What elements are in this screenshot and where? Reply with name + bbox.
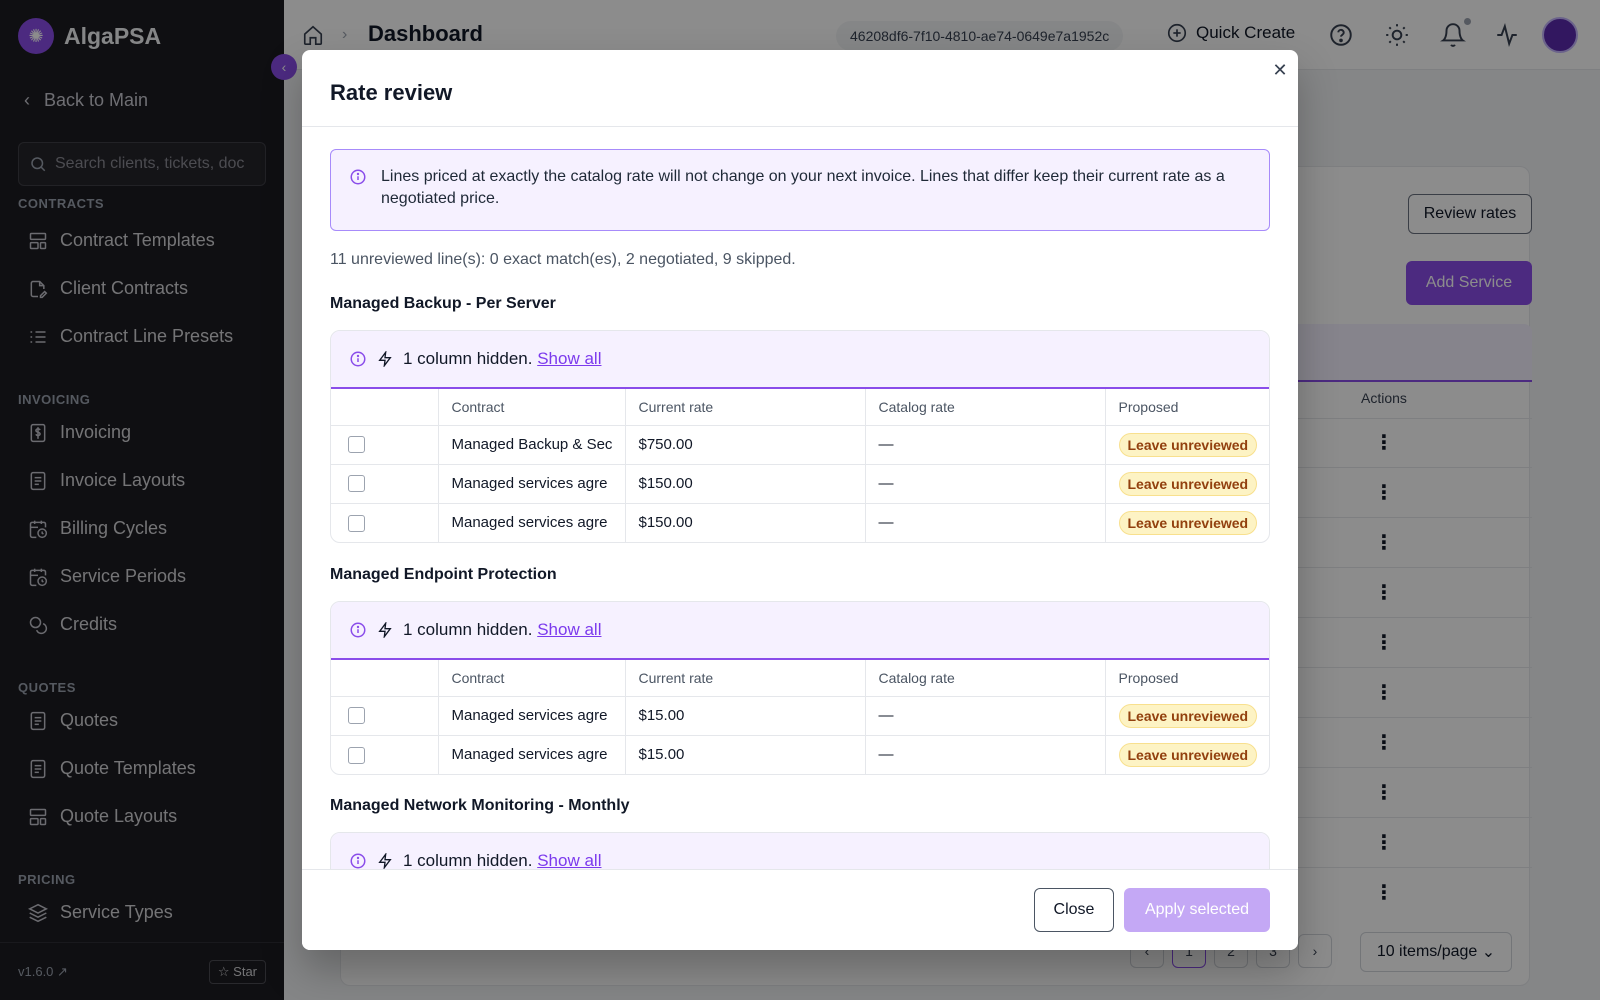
table-header-row: Contract Current rate Catalog rate Propo… <box>331 660 1269 697</box>
catalog-rate-cell: — <box>865 425 1106 465</box>
table-row: Managed services agre $15.00 — Leave unr… <box>331 696 1269 736</box>
contract-cell: Managed services agre <box>438 464 626 504</box>
hidden-columns-bar: 1 column hidden. Show all <box>331 602 1269 660</box>
catalog-rate-cell: — <box>865 464 1106 504</box>
show-all-link[interactable]: Show all <box>537 349 601 368</box>
group-table-card: 1 column hidden. Show all Contract Curre… <box>330 601 1270 775</box>
info-icon <box>349 350 367 368</box>
info-icon <box>349 621 367 639</box>
contract-cell: Managed Backup & Sec <box>438 425 626 465</box>
table-row: Managed services agre $150.00 — Leave un… <box>331 503 1269 542</box>
show-all-link[interactable]: Show all <box>537 851 601 869</box>
column-header[interactable]: Current rate <box>625 660 866 697</box>
contract-cell: Managed services agre <box>438 735 626 774</box>
hidden-columns-text: 1 column hidden. <box>403 851 533 869</box>
hidden-columns-text: 1 column hidden. <box>403 620 533 639</box>
contract-cell: Managed services agre <box>438 696 626 736</box>
select-column-header <box>331 660 439 697</box>
rate-table: Contract Current rate Catalog rate Propo… <box>331 389 1269 542</box>
current-rate-cell: $750.00 <box>625 425 866 465</box>
column-header[interactable]: Catalog rate <box>865 660 1106 697</box>
apply-selected-button[interactable]: Apply selected <box>1124 888 1270 932</box>
current-rate-cell: $15.00 <box>625 735 866 774</box>
column-header[interactable]: Current rate <box>625 389 866 426</box>
dialog-footer: Close Apply selected <box>302 869 1298 950</box>
hidden-columns-text: 1 column hidden. <box>403 349 533 368</box>
rate-review-dialog: Rate review ✕ Lines priced at exactly th… <box>302 50 1298 950</box>
row-checkbox[interactable] <box>348 746 365 764</box>
info-text: Lines priced at exactly the catalog rate… <box>381 168 1225 207</box>
column-header[interactable]: Catalog rate <box>865 389 1106 426</box>
contract-cell: Managed services agre <box>438 503 626 542</box>
catalog-rate-cell: — <box>865 696 1106 736</box>
dialog-title: Rate review <box>330 80 453 105</box>
proposed-badge[interactable]: Leave unreviewed <box>1118 703 1258 728</box>
current-rate-cell: $15.00 <box>625 696 866 736</box>
rate-table: Contract Current rate Catalog rate Propo… <box>331 660 1269 774</box>
row-checkbox[interactable] <box>348 707 365 725</box>
catalog-rate-cell: — <box>865 503 1106 542</box>
info-icon <box>350 169 366 185</box>
info-icon <box>349 852 367 869</box>
row-checkbox[interactable] <box>348 436 365 454</box>
dialog-body[interactable]: Lines priced at exactly the catalog rate… <box>302 127 1298 869</box>
zap-icon <box>377 351 393 367</box>
proposed-badge[interactable]: Leave unreviewed <box>1118 471 1258 496</box>
table-header-row: Contract Current rate Catalog rate Propo… <box>331 389 1269 426</box>
proposed-badge[interactable]: Leave unreviewed <box>1118 432 1258 457</box>
proposed-badge[interactable]: Leave unreviewed <box>1118 510 1258 535</box>
group-title: Managed Endpoint Protection <box>330 566 557 583</box>
zap-icon <box>377 622 393 638</box>
catalog-rate-cell: — <box>865 735 1106 774</box>
hidden-columns-bar: 1 column hidden. Show all <box>331 331 1269 389</box>
show-all-link[interactable]: Show all <box>537 620 601 639</box>
table-row: Managed services agre $15.00 — Leave unr… <box>331 735 1269 774</box>
review-summary: 11 unreviewed line(s): 0 exact match(es)… <box>330 251 796 268</box>
column-header[interactable]: Proposed <box>1105 389 1269 426</box>
column-header[interactable]: Contract <box>438 389 626 426</box>
table-row: Managed services agre $150.00 — Leave un… <box>331 464 1269 504</box>
group-table-card: 1 column hidden. Show all <box>330 832 1270 869</box>
zap-icon <box>377 853 393 869</box>
current-rate-cell: $150.00 <box>625 503 866 542</box>
group-title: Managed Backup - Per Server <box>330 295 556 312</box>
proposed-badge[interactable]: Leave unreviewed <box>1118 742 1258 767</box>
select-column-header <box>331 389 439 426</box>
column-header[interactable]: Contract <box>438 660 626 697</box>
close-icon[interactable]: ✕ <box>1270 60 1290 80</box>
info-alert: Lines priced at exactly the catalog rate… <box>330 149 1270 231</box>
row-checkbox[interactable] <box>348 475 365 493</box>
table-row: Managed Backup & Sec $750.00 — Leave unr… <box>331 425 1269 465</box>
row-checkbox[interactable] <box>348 514 365 532</box>
hidden-columns-bar: 1 column hidden. Show all <box>331 833 1269 869</box>
group-table-card: 1 column hidden. Show all Contract Curre… <box>330 330 1270 543</box>
current-rate-cell: $150.00 <box>625 464 866 504</box>
group-title: Managed Network Monitoring - Monthly <box>330 797 630 814</box>
close-button[interactable]: Close <box>1034 888 1114 932</box>
column-header[interactable]: Proposed <box>1105 660 1269 697</box>
